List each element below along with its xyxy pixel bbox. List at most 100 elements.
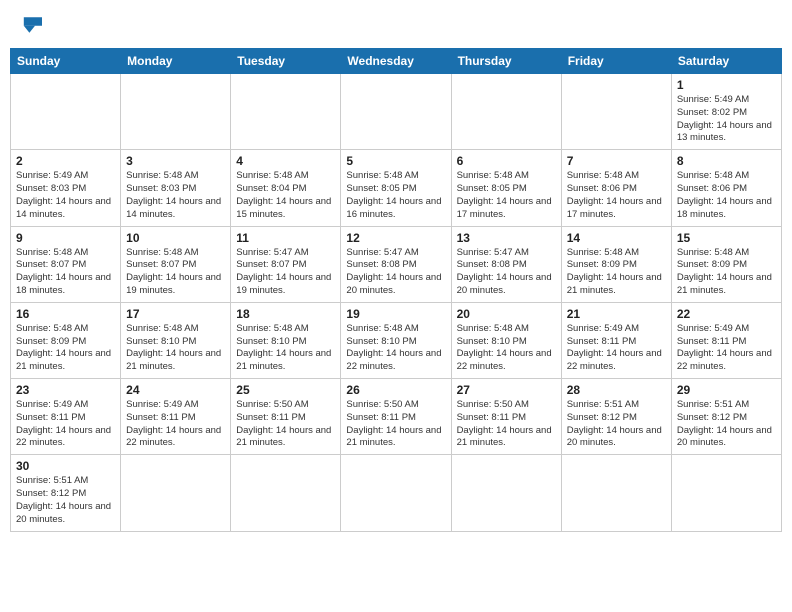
calendar-cell — [561, 455, 671, 531]
day-number: 27 — [457, 383, 556, 397]
day-number: 17 — [126, 307, 225, 321]
calendar-week-row: 30 Sunrise: 5:51 AM Sunset: 8:12 PM Dayli… — [11, 455, 782, 531]
day-info: Sunrise: 5:49 AM Sunset: 8:02 PM Dayligh… — [677, 94, 776, 145]
weekday-header-saturday: Saturday — [671, 49, 781, 74]
day-number: 3 — [126, 154, 225, 168]
day-number: 26 — [346, 383, 445, 397]
day-info: Sunrise: 5:48 AM Sunset: 8:10 PM Dayligh… — [236, 323, 335, 374]
day-number: 30 — [16, 459, 115, 473]
calendar-cell: 24 Sunrise: 5:49 AM Sunset: 8:11 PM Dayli… — [121, 379, 231, 455]
day-info: Sunrise: 5:48 AM Sunset: 8:09 PM Dayligh… — [677, 247, 776, 298]
day-number: 7 — [567, 154, 666, 168]
calendar-cell: 6 Sunrise: 5:48 AM Sunset: 8:05 PM Daylig… — [451, 150, 561, 226]
day-number: 19 — [346, 307, 445, 321]
calendar-week-row: 23 Sunrise: 5:49 AM Sunset: 8:11 PM Dayli… — [11, 379, 782, 455]
day-info: Sunrise: 5:48 AM Sunset: 8:05 PM Dayligh… — [457, 170, 556, 221]
page-header — [10, 10, 782, 40]
calendar-cell — [121, 74, 231, 150]
day-info: Sunrise: 5:48 AM Sunset: 8:10 PM Dayligh… — [346, 323, 445, 374]
day-number: 24 — [126, 383, 225, 397]
calendar-cell: 3 Sunrise: 5:48 AM Sunset: 8:03 PM Daylig… — [121, 150, 231, 226]
calendar-cell: 28 Sunrise: 5:51 AM Sunset: 8:12 PM Dayli… — [561, 379, 671, 455]
calendar-cell — [561, 74, 671, 150]
day-number: 12 — [346, 231, 445, 245]
day-info: Sunrise: 5:47 AM Sunset: 8:08 PM Dayligh… — [457, 247, 556, 298]
calendar-cell — [671, 455, 781, 531]
day-info: Sunrise: 5:49 AM Sunset: 8:11 PM Dayligh… — [126, 399, 225, 450]
day-number: 21 — [567, 307, 666, 321]
day-info: Sunrise: 5:48 AM Sunset: 8:06 PM Dayligh… — [677, 170, 776, 221]
day-number: 22 — [677, 307, 776, 321]
calendar-cell: 10Sunrise: 5:48 AM Sunset: 8:07 PM Dayli… — [121, 226, 231, 302]
calendar-cell: 15Sunrise: 5:48 AM Sunset: 8:09 PM Dayli… — [671, 226, 781, 302]
calendar-week-row: 9 Sunrise: 5:48 AM Sunset: 8:07 PM Daylig… — [11, 226, 782, 302]
calendar-cell: 7Sunrise: 5:48 AM Sunset: 8:06 PM Daylig… — [561, 150, 671, 226]
calendar-cell: 4Sunrise: 5:48 AM Sunset: 8:04 PM Daylig… — [231, 150, 341, 226]
day-number: 28 — [567, 383, 666, 397]
day-info: Sunrise: 5:47 AM Sunset: 8:08 PM Dayligh… — [346, 247, 445, 298]
calendar-cell: 2 Sunrise: 5:49 AM Sunset: 8:03 PM Daylig… — [11, 150, 121, 226]
day-info: Sunrise: 5:48 AM Sunset: 8:10 PM Dayligh… — [126, 323, 225, 374]
calendar-cell — [451, 455, 561, 531]
calendar-cell — [231, 455, 341, 531]
day-number: 6 — [457, 154, 556, 168]
calendar-cell: 16Sunrise: 5:48 AM Sunset: 8:09 PM Dayli… — [11, 302, 121, 378]
day-info: Sunrise: 5:49 AM Sunset: 8:11 PM Dayligh… — [677, 323, 776, 374]
day-number: 18 — [236, 307, 335, 321]
calendar-cell: 8 Sunrise: 5:48 AM Sunset: 8:06 PM Daylig… — [671, 150, 781, 226]
day-info: Sunrise: 5:49 AM Sunset: 8:03 PM Dayligh… — [16, 170, 115, 221]
day-info: Sunrise: 5:51 AM Sunset: 8:12 PM Dayligh… — [567, 399, 666, 450]
day-info: Sunrise: 5:49 AM Sunset: 8:11 PM Dayligh… — [16, 399, 115, 450]
day-number: 20 — [457, 307, 556, 321]
day-number: 2 — [16, 154, 115, 168]
weekday-header-wednesday: Wednesday — [341, 49, 451, 74]
day-number: 16 — [16, 307, 115, 321]
calendar-cell — [231, 74, 341, 150]
weekday-header-friday: Friday — [561, 49, 671, 74]
calendar-table: SundayMondayTuesdayWednesdayThursdayFrid… — [10, 48, 782, 532]
calendar-cell: 13 Sunrise: 5:47 AM Sunset: 8:08 PM Dayli… — [451, 226, 561, 302]
weekday-header-thursday: Thursday — [451, 49, 561, 74]
calendar-cell — [11, 74, 121, 150]
day-info: Sunrise: 5:48 AM Sunset: 8:10 PM Dayligh… — [457, 323, 556, 374]
day-number: 4 — [236, 154, 335, 168]
calendar-cell: 21Sunrise: 5:49 AM Sunset: 8:11 PM Dayli… — [561, 302, 671, 378]
day-number: 13 — [457, 231, 556, 245]
calendar-cell: 20 Sunrise: 5:48 AM Sunset: 8:10 PM Dayli… — [451, 302, 561, 378]
calendar-cell: 1 Sunrise: 5:49 AM Sunset: 8:02 PM Daylig… — [671, 74, 781, 150]
weekday-header-tuesday: Tuesday — [231, 49, 341, 74]
calendar-cell — [341, 455, 451, 531]
day-number: 5 — [346, 154, 445, 168]
day-number: 11 — [236, 231, 335, 245]
calendar-week-row: 1 Sunrise: 5:49 AM Sunset: 8:02 PM Daylig… — [11, 74, 782, 150]
calendar-cell — [121, 455, 231, 531]
day-info: Sunrise: 5:51 AM Sunset: 8:12 PM Dayligh… — [16, 475, 115, 526]
day-number: 9 — [16, 231, 115, 245]
day-info: Sunrise: 5:48 AM Sunset: 8:07 PM Dayligh… — [16, 247, 115, 298]
calendar-week-row: 2 Sunrise: 5:49 AM Sunset: 8:03 PM Daylig… — [11, 150, 782, 226]
calendar-cell: 5 Sunrise: 5:48 AM Sunset: 8:05 PM Daylig… — [341, 150, 451, 226]
general-blue-logo-icon — [14, 14, 42, 36]
day-number: 8 — [677, 154, 776, 168]
day-number: 29 — [677, 383, 776, 397]
day-number: 23 — [16, 383, 115, 397]
calendar-cell — [451, 74, 561, 150]
day-number: 14 — [567, 231, 666, 245]
day-info: Sunrise: 5:48 AM Sunset: 8:03 PM Dayligh… — [126, 170, 225, 221]
logo — [14, 14, 46, 36]
calendar-cell: 12 Sunrise: 5:47 AM Sunset: 8:08 PM Dayli… — [341, 226, 451, 302]
weekday-header-row: SundayMondayTuesdayWednesdayThursdayFrid… — [11, 49, 782, 74]
day-info: Sunrise: 5:51 AM Sunset: 8:12 PM Dayligh… — [677, 399, 776, 450]
calendar-cell: 14Sunrise: 5:48 AM Sunset: 8:09 PM Dayli… — [561, 226, 671, 302]
day-info: Sunrise: 5:50 AM Sunset: 8:11 PM Dayligh… — [236, 399, 335, 450]
calendar-cell — [341, 74, 451, 150]
day-number: 25 — [236, 383, 335, 397]
calendar-cell: 18 Sunrise: 5:48 AM Sunset: 8:10 PM Dayli… — [231, 302, 341, 378]
calendar-cell: 30 Sunrise: 5:51 AM Sunset: 8:12 PM Dayli… — [11, 455, 121, 531]
calendar-cell: 29 Sunrise: 5:51 AM Sunset: 8:12 PM Dayli… — [671, 379, 781, 455]
calendar-cell: 25 Sunrise: 5:50 AM Sunset: 8:11 PM Dayli… — [231, 379, 341, 455]
calendar-week-row: 16Sunrise: 5:48 AM Sunset: 8:09 PM Dayli… — [11, 302, 782, 378]
day-info: Sunrise: 5:48 AM Sunset: 8:05 PM Dayligh… — [346, 170, 445, 221]
day-number: 1 — [677, 78, 776, 92]
day-info: Sunrise: 5:47 AM Sunset: 8:07 PM Dayligh… — [236, 247, 335, 298]
